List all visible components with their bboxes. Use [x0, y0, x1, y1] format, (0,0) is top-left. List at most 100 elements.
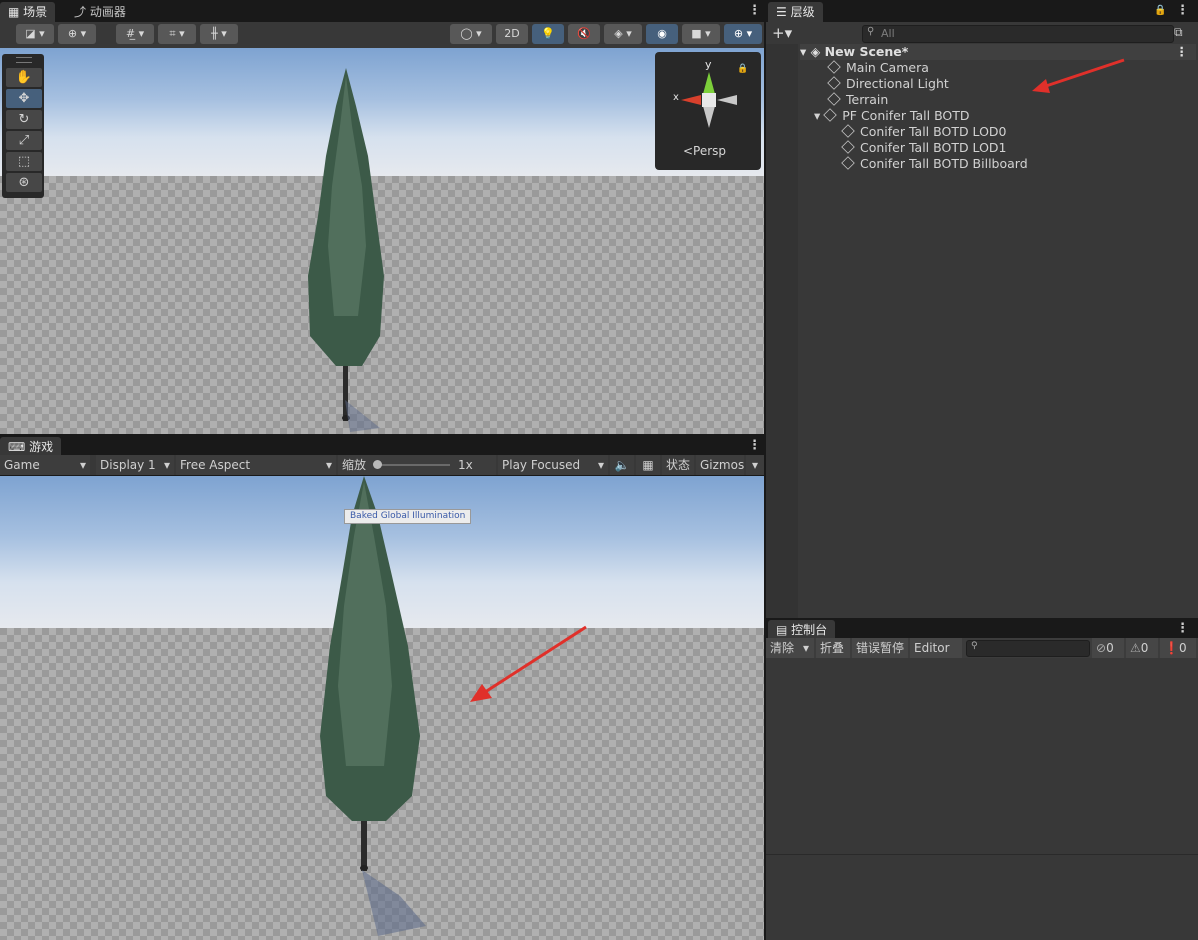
grid-snap-button[interactable]: #̲ ▾ [116, 24, 154, 44]
console-toolbar: 清除 ▾ 折叠 错误暂停 Editor ▾ ⚲ ⊘0 ⚠0 ❗0 [766, 638, 1198, 675]
y-axis-label: y [705, 58, 712, 71]
error-filter-toggle[interactable]: ⊘0 [1092, 638, 1124, 658]
increment-snap-button[interactable]: ⌗ ▾ [158, 24, 196, 44]
unity-logo-icon: ◈ [810, 44, 825, 59]
mute-audio-icon[interactable]: 🔈 [610, 455, 634, 475]
hierarchy-lock-icon[interactable]: 🔒 [1154, 5, 1166, 16]
dropdown-arrow-icon: ▾ [325, 458, 332, 472]
tool-palette: ✋ ✥ ↻ ⤢ ⬚ ⊛ [2, 54, 44, 198]
game-conifer-tree-icon [320, 476, 420, 871]
baked-gi-tooltip: Baked Global Illumination [344, 509, 472, 524]
zoom-label: 缩放 [342, 458, 367, 472]
hierarchy-search-input[interactable]: ⚲ All [862, 25, 1174, 43]
lighting-toggle[interactable]: 💡 [532, 24, 564, 44]
info-icon: ❗ [1164, 641, 1179, 655]
audio-toggle[interactable]: 🔇 [568, 24, 600, 44]
scale-tool-icon[interactable]: ⤢ [6, 131, 42, 150]
conifer-tree-icon [308, 68, 384, 421]
tab-hierarchy[interactable]: ☰ 层级 [768, 2, 823, 22]
list-icon: ☰ [776, 5, 791, 19]
hierarchy-more-icon[interactable]: ⋮ [1176, 3, 1189, 18]
gameobject-cube-icon [827, 60, 841, 74]
list-item-terrain[interactable]: Terrain [827, 92, 888, 108]
scene-row[interactable]: ▾ ◈ New Scene* ⋮ [800, 44, 1196, 60]
2d-toggle[interactable]: 2D [496, 24, 528, 44]
gamepad-icon: ⌨ [8, 440, 30, 454]
expand-arrow-icon[interactable]: ▾ [800, 44, 811, 59]
list-item-lod1[interactable]: Conifer Tall BOTD LOD1 [841, 140, 1006, 156]
red-arrow-hierarchy-icon [1032, 58, 1125, 93]
tab-game[interactable]: ⌨ 游戏 [0, 437, 62, 457]
zoom-slider-track[interactable] [378, 464, 450, 466]
game-more-icon[interactable]: ⋮ [748, 438, 761, 453]
scene-more-icon[interactable]: ⋮ [748, 3, 761, 18]
console-icon: ▤ [776, 623, 792, 637]
clear-options-icon[interactable]: ▾ [798, 638, 814, 658]
game-tab-bar: ⌨ 游戏 ⋮ [0, 435, 764, 457]
search-placeholder: All [881, 27, 895, 40]
list-item-lod0[interactable]: Conifer Tall BOTD LOD0 [841, 124, 1006, 140]
game-toolbar: Game ▾ Display 1 ▾ Free Aspect ▾ 缩放 1x Play… [0, 455, 764, 475]
hierarchy-tab-bar: ☰ 层级 🔒 ⋮ [766, 0, 1198, 22]
tab-scene[interactable]: ▦ 场景 [0, 2, 56, 22]
expand-arrow-icon[interactable]: ▾ [814, 108, 824, 123]
list-item-billboard[interactable]: Conifer Tall BOTD Billboard [841, 156, 1028, 172]
ruler-button[interactable]: ╫ ▾ [200, 24, 238, 44]
transform-tool-icon[interactable]: ⊛ [6, 173, 42, 192]
hand-tool-icon[interactable]: ✋ [6, 68, 42, 87]
editor-select[interactable]: Editor ▾ [910, 638, 962, 675]
stats-button[interactable]: 状态 [662, 455, 694, 475]
search-options-icon[interactable]: ⧉ [1174, 25, 1183, 40]
dropdown-arrow-icon: ▾ [79, 458, 86, 472]
camera-button[interactable]: ■ ▾ [682, 24, 720, 44]
tab-animator[interactable]: ⤴ 动画器 [66, 2, 134, 22]
console-log-area[interactable] [766, 658, 1198, 854]
perspective-label[interactable]: <Persp [683, 144, 726, 158]
effects-button[interactable]: ◈ ▾ [604, 24, 642, 44]
console-detail-area [766, 855, 1198, 940]
x-axis-label: x [673, 92, 679, 103]
keyboard-shortcuts-icon[interactable]: ▦ [636, 455, 660, 475]
tab-console[interactable]: ▤ 控制台 [768, 620, 836, 640]
draw-mode-button[interactable]: ◪ ▾ [16, 24, 54, 44]
game-view-select[interactable]: Game ▾ [0, 455, 90, 475]
scene-more-icon[interactable]: ⋮ [1176, 44, 1189, 60]
warning-icon: ⚠ [1130, 641, 1141, 655]
collapse-button[interactable]: 折叠 [816, 638, 850, 658]
add-object-icon[interactable]: +▾ [772, 24, 792, 42]
play-mode-select[interactable]: Play Focused ▾ [498, 455, 608, 475]
palette-drag-handle[interactable] [16, 57, 32, 63]
zoom-value: 1x [458, 458, 473, 472]
list-item-pf-conifer[interactable]: ▾ PF Conifer Tall BOTD [814, 108, 970, 124]
gameobject-cube-icon [841, 156, 855, 170]
shading-mode-button[interactable]: ◯ ▾ [450, 24, 492, 44]
gizmos-toggle[interactable]: Gizmos [696, 455, 744, 475]
dropdown-arrow-icon: ▾ [597, 458, 604, 472]
scene-view[interactable]: ✋ ✥ ↻ ⤢ ⬚ ⊛ 🔒 y x <Persp [0, 48, 764, 434]
visibility-toggle[interactable]: ◉ [646, 24, 678, 44]
gizmos-button[interactable]: ⊕ ▾ [724, 24, 762, 44]
rect-tool-icon[interactable]: ⬚ [6, 152, 42, 171]
gizmos-dropdown-icon[interactable]: ▾ [746, 455, 764, 475]
display-select[interactable]: Display 1 ▾ [96, 455, 174, 475]
warning-filter-toggle[interactable]: ⚠0 [1126, 638, 1158, 658]
aspect-select[interactable]: Free Aspect ▾ [176, 455, 336, 475]
list-item-directional-light[interactable]: Directional Light [827, 76, 949, 92]
info-filter-toggle[interactable]: ❗0 [1160, 638, 1196, 658]
global-button[interactable]: ⊕ ▾ [58, 24, 96, 44]
clear-button[interactable]: 清除 [766, 638, 798, 658]
error-icon: ⊘ [1096, 641, 1107, 655]
gameobject-cube-icon [827, 76, 841, 90]
game-view[interactable]: Baked Global Illumination [0, 476, 764, 940]
move-tool-icon[interactable]: ✥ [6, 89, 42, 108]
console-more-icon[interactable]: ⋮ [1176, 621, 1189, 636]
hierarchy-gutter [766, 44, 798, 618]
error-pause-button[interactable]: 错误暂停 [852, 638, 908, 658]
red-arrow-game-icon [470, 625, 587, 702]
search-icon: ⚲ [971, 641, 978, 651]
rotate-tool-icon[interactable]: ↻ [6, 110, 42, 129]
list-item-main-camera[interactable]: Main Camera [827, 60, 929, 76]
orientation-gizmo[interactable]: 🔒 y x <Persp [655, 52, 761, 170]
zoom-slider-handle[interactable] [373, 460, 382, 469]
console-search-input[interactable]: ⚲ [966, 640, 1090, 657]
